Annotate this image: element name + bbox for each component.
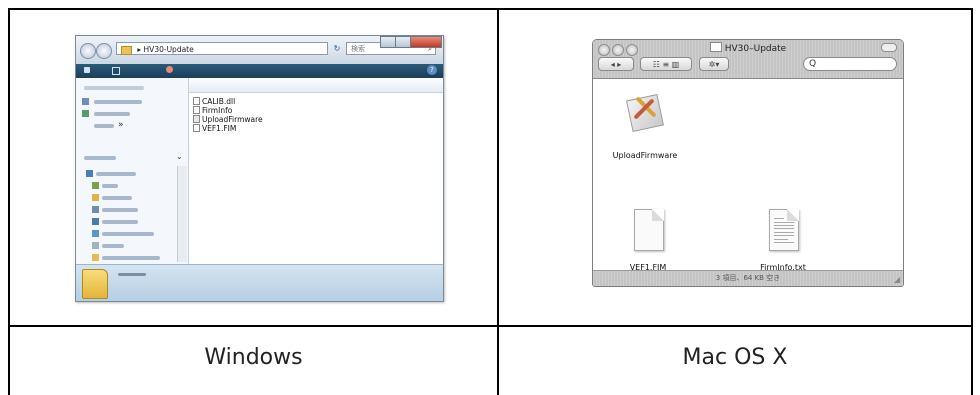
address-path: HV30-Update bbox=[143, 45, 194, 54]
tree-item[interactable] bbox=[102, 232, 154, 236]
file-list-pane: CALIB.dll FirmInfo UploadFirmware VEF1.F… bbox=[189, 78, 443, 265]
mac-caption: Mac OS X bbox=[682, 344, 788, 370]
text-file-icon bbox=[193, 106, 200, 114]
mac-title-bar: HV30–Update ◂ ▸ ☷ ≡ ▥ ✲▾ Q bbox=[593, 40, 903, 79]
windows-explorer-window: ▸ HV30-Update ↻ 検索 ⌕ ? » ⌄ CALIB.dll Fir… bbox=[75, 35, 444, 302]
toolbar-toggle-button[interactable] bbox=[881, 43, 897, 52]
tree-item[interactable] bbox=[102, 184, 118, 188]
help-icon[interactable]: ? bbox=[427, 65, 437, 75]
folder-icon bbox=[709, 42, 722, 52]
column-headers[interactable] bbox=[189, 78, 443, 93]
more-chevron[interactable]: » bbox=[118, 120, 124, 130]
resize-grip-icon[interactable]: ◢ bbox=[894, 276, 900, 284]
status-bar: 3 項目、64 KB 空き ◢ bbox=[593, 270, 903, 286]
public-icon bbox=[92, 194, 99, 201]
icon-view: UploadFirmware VEF1.FIM FirmInfo.txt bbox=[593, 79, 903, 272]
item-count-text bbox=[118, 273, 146, 276]
file-name: VEF1.FIM bbox=[202, 124, 237, 133]
tree-item[interactable] bbox=[102, 196, 132, 200]
folder-icon bbox=[121, 45, 132, 55]
network-icon bbox=[92, 218, 99, 225]
application-icon bbox=[626, 91, 664, 132]
mac-finder-window: HV30–Update ◂ ▸ ☷ ≡ ▥ ✲▾ Q UploadFirmwar… bbox=[592, 39, 904, 287]
list-item[interactable]: UploadFirmware bbox=[193, 115, 263, 124]
blank-document-icon bbox=[634, 209, 664, 251]
list-item[interactable]: VEF1.FIM bbox=[193, 124, 236, 133]
refresh-icon[interactable]: ↻ bbox=[331, 42, 343, 55]
desktop-icon bbox=[86, 170, 93, 177]
chevron-down-icon[interactable]: ⌄ bbox=[176, 152, 183, 161]
file-name: FirmInfo bbox=[202, 106, 233, 115]
nav-link[interactable] bbox=[94, 112, 130, 116]
address-bar[interactable]: ▸ HV30-Update bbox=[116, 42, 328, 55]
burn-icon[interactable] bbox=[166, 66, 173, 73]
application-item[interactable]: UploadFirmware bbox=[605, 87, 685, 167]
pictures-icon bbox=[82, 110, 89, 117]
list-item[interactable]: FirmInfo bbox=[193, 106, 232, 115]
forward-arrow-icon[interactable] bbox=[96, 43, 112, 59]
user-icon bbox=[92, 182, 99, 189]
windows-caption: Windows bbox=[204, 344, 303, 370]
status-text: 3 項目、64 KB 空き bbox=[715, 274, 781, 282]
computer-icon bbox=[92, 206, 99, 213]
details-pane bbox=[76, 264, 443, 301]
control-panel-icon bbox=[92, 230, 99, 237]
minimize-button[interactable] bbox=[380, 36, 396, 48]
application-file-icon bbox=[193, 115, 200, 123]
address-separator: ▸ bbox=[137, 45, 142, 54]
list-item[interactable]: CALIB.dll bbox=[193, 97, 235, 106]
nav-link[interactable] bbox=[94, 124, 114, 128]
window-title-text: HV30–Update bbox=[724, 44, 787, 54]
organize-icon[interactable] bbox=[84, 67, 90, 73]
document-item[interactable]: VEF1.FIM bbox=[618, 209, 678, 279]
item-label: UploadFirmware bbox=[612, 151, 678, 160]
favorites-heading bbox=[84, 86, 144, 90]
recycle-bin-icon bbox=[92, 242, 99, 249]
text-document-icon bbox=[769, 209, 799, 251]
blank-file-icon bbox=[193, 124, 200, 132]
windows-toolbar: ? bbox=[76, 64, 443, 78]
folder-icon bbox=[92, 254, 99, 261]
maximize-button[interactable] bbox=[395, 36, 411, 48]
back-arrow-icon[interactable] bbox=[80, 43, 96, 59]
search-input[interactable]: Q bbox=[803, 57, 897, 71]
action-menu-button[interactable]: ✲▾ bbox=[699, 57, 729, 71]
nav-link[interactable] bbox=[94, 100, 142, 104]
tree-item[interactable] bbox=[102, 244, 124, 248]
close-button[interactable] bbox=[410, 36, 442, 48]
tree-item[interactable] bbox=[102, 208, 138, 212]
magnifier-icon: Q bbox=[809, 59, 817, 69]
documents-icon bbox=[82, 98, 89, 105]
dll-file-icon bbox=[193, 97, 200, 105]
navigation-scrollbar[interactable] bbox=[177, 166, 187, 262]
window-title: HV30–Update bbox=[593, 42, 903, 54]
file-name: CALIB.dll bbox=[202, 97, 236, 106]
windows-title-bar: ▸ HV30-Update ↻ 検索 ⌕ bbox=[76, 36, 443, 64]
document-item[interactable]: FirmInfo.txt bbox=[743, 209, 823, 279]
back-forward-buttons[interactable]: ◂ ▸ bbox=[598, 57, 634, 71]
file-name: UploadFirmware bbox=[202, 115, 263, 124]
view-mode-buttons[interactable]: ☷ ≡ ▥ bbox=[640, 57, 692, 71]
table-border-top bbox=[8, 8, 973, 10]
search-placeholder: 検索 bbox=[351, 45, 365, 53]
tree-item[interactable] bbox=[96, 172, 136, 176]
tree-item[interactable] bbox=[102, 220, 138, 224]
tree-item[interactable] bbox=[102, 256, 160, 260]
folder-icon bbox=[82, 269, 108, 299]
navigation-pane: » ⌄ bbox=[76, 78, 189, 265]
table-border-right bbox=[971, 8, 973, 395]
folders-heading[interactable] bbox=[84, 156, 116, 160]
views-icon[interactable] bbox=[112, 67, 120, 75]
